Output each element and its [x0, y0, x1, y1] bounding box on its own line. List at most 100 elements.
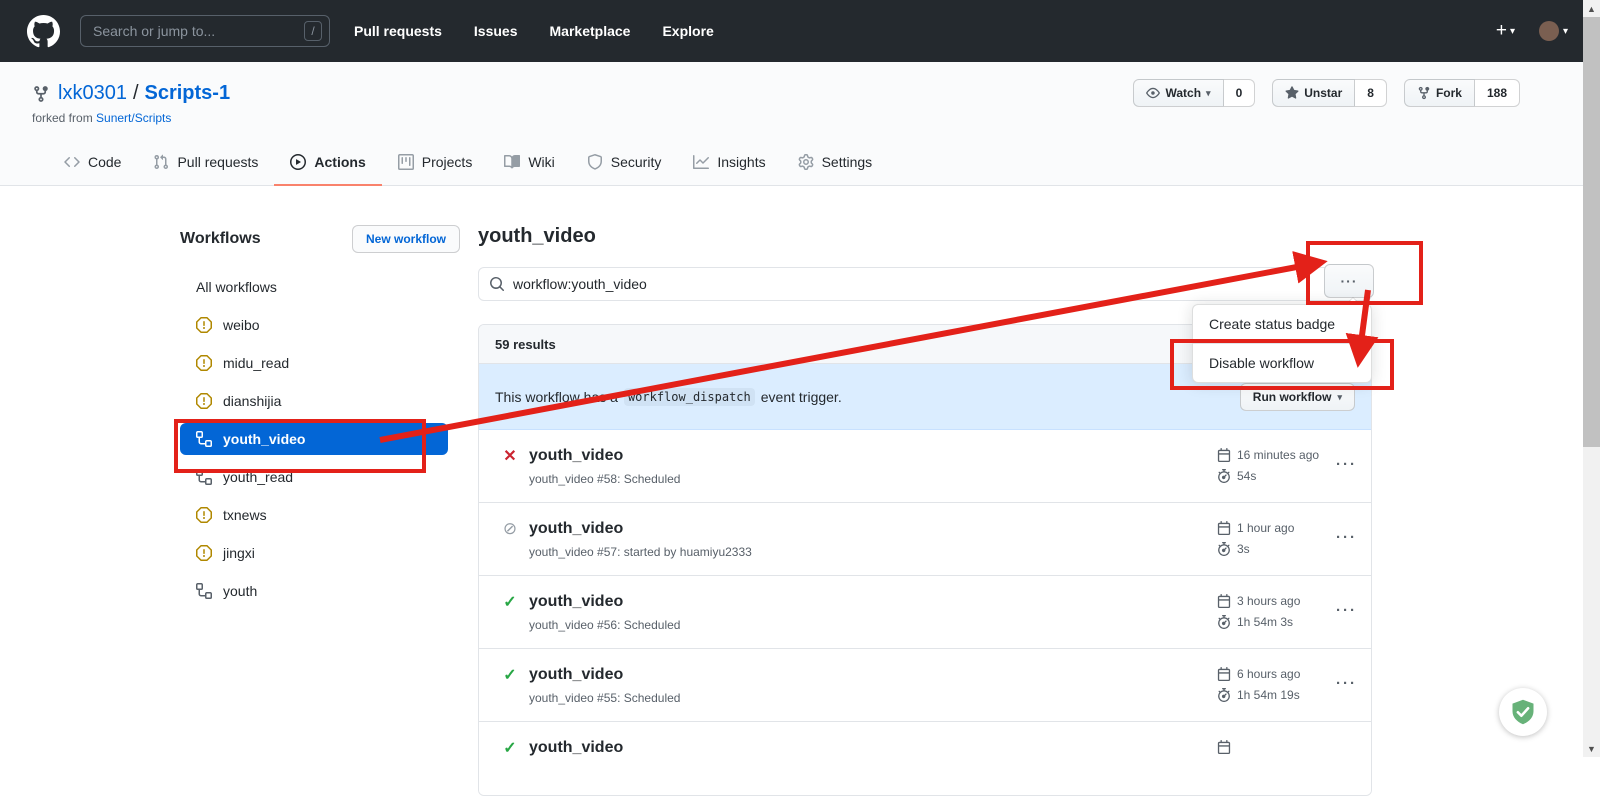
- sidebar-item-all-workflows[interactable]: All workflows: [180, 271, 448, 303]
- tab-label: Actions: [314, 154, 365, 170]
- create-new-menu[interactable]: +▾: [1496, 20, 1515, 42]
- success-check-icon: ✓: [501, 592, 519, 612]
- workflow-label: weibo: [223, 317, 260, 333]
- run-row[interactable]: ✕ youth_video youth_video #58: Scheduled…: [479, 430, 1371, 503]
- nav-explore[interactable]: Explore: [662, 23, 713, 39]
- global-search: /: [80, 15, 330, 47]
- new-workflow-button[interactable]: New workflow: [352, 225, 460, 253]
- nav-marketplace[interactable]: Marketplace: [550, 23, 631, 39]
- tab-wiki[interactable]: Wiki: [488, 140, 570, 186]
- workflow-label: All workflows: [196, 279, 277, 295]
- run-options-kebab[interactable]: ···: [1336, 529, 1357, 546]
- run-options-kebab[interactable]: ···: [1336, 602, 1357, 619]
- sidebar-item-youth[interactable]: youth: [180, 575, 448, 607]
- github-actions-page: { "annotation_color": "#e32119", "icons"…: [0, 0, 1600, 757]
- sidebar-item-jingxi[interactable]: jingxi: [180, 537, 448, 569]
- tab-actions[interactable]: Actions: [274, 140, 381, 186]
- workflow-label: youth_read: [223, 469, 293, 485]
- repo-action-buttons: Watch ▾ 0 Unstar 8 Fork 188: [1133, 79, 1520, 107]
- sidebar-item-midu-read[interactable]: midu_read: [180, 347, 448, 379]
- menu-item-disable-workflow[interactable]: Disable workflow: [1193, 343, 1371, 382]
- runs-filter-input[interactable]: [478, 267, 1372, 301]
- unstar-button[interactable]: Unstar: [1272, 79, 1355, 107]
- sidebar-item-youth-read[interactable]: youth_read: [180, 461, 448, 493]
- tab-insights[interactable]: Insights: [677, 140, 781, 186]
- workflow-options-kebab-button[interactable]: ···: [1324, 264, 1374, 298]
- run-row[interactable]: ⊘ youth_video youth_video #57: started b…: [479, 503, 1371, 576]
- warning-octagon-icon: [196, 393, 212, 409]
- sidebar-title: Workflows: [180, 230, 261, 248]
- repo-name-link[interactable]: Scripts-1: [145, 82, 231, 105]
- run-time: 1 hour ago: [1237, 521, 1294, 535]
- watch-button[interactable]: Watch ▾: [1133, 79, 1223, 107]
- run-title[interactable]: youth_video: [529, 593, 623, 611]
- scroll-up-arrow[interactable]: ▲: [1583, 0, 1600, 17]
- watch-label: Watch: [1165, 86, 1201, 100]
- run-title[interactable]: youth_video: [529, 520, 623, 538]
- repo-forked-icon: [32, 85, 50, 103]
- watch-count[interactable]: 0: [1224, 79, 1256, 107]
- fork-button[interactable]: Fork: [1404, 79, 1475, 107]
- warning-octagon-icon: [196, 355, 212, 371]
- nav-pull-requests[interactable]: Pull requests: [354, 23, 442, 39]
- warning-octagon-icon: [196, 317, 212, 333]
- adguard-shield-badge[interactable]: [1499, 688, 1547, 736]
- tab-label: Wiki: [528, 154, 554, 170]
- run-options-kebab[interactable]: ···: [1336, 675, 1357, 692]
- star-icon: [1285, 86, 1299, 100]
- sidebar-item-youth-video[interactable]: youth_video: [180, 423, 448, 455]
- play-icon: [290, 154, 306, 170]
- fork-count[interactable]: 188: [1475, 79, 1520, 107]
- global-search-input[interactable]: [80, 15, 330, 47]
- tab-projects[interactable]: Projects: [382, 140, 489, 186]
- stopwatch-icon: [1217, 688, 1231, 702]
- repo-owner-link[interactable]: lxk0301: [58, 82, 127, 105]
- nav-issues[interactable]: Issues: [474, 23, 518, 39]
- fork-button-group: Fork 188: [1404, 79, 1520, 107]
- page-scrollbar[interactable]: ▲ ▼: [1583, 0, 1600, 757]
- tab-security[interactable]: Security: [571, 140, 678, 186]
- run-meta: 3 hours ago 1h 54m 3s: [1217, 590, 1300, 632]
- run-duration: 54s: [1237, 469, 1256, 483]
- results-count: 59 results: [495, 337, 556, 352]
- caret-down-icon: ▾: [1563, 26, 1568, 37]
- workflow-icon: [196, 469, 212, 485]
- forked-from-link[interactable]: Sunert/Scripts: [96, 111, 171, 125]
- tab-label: Pull requests: [177, 154, 258, 170]
- scroll-down-arrow[interactable]: ▼: [1583, 740, 1600, 757]
- run-title[interactable]: youth_video: [529, 666, 623, 684]
- tab-settings[interactable]: Settings: [782, 140, 889, 186]
- tab-pull-requests[interactable]: Pull requests: [137, 140, 274, 186]
- run-title[interactable]: youth_video: [529, 447, 623, 465]
- code-icon: [64, 154, 80, 170]
- scrollbar-thumb[interactable]: [1583, 17, 1600, 447]
- run-meta: 16 minutes ago 54s: [1217, 444, 1319, 486]
- github-logo-icon[interactable]: [27, 15, 60, 48]
- failed-x-icon: ✕: [501, 446, 519, 466]
- star-count[interactable]: 8: [1355, 79, 1387, 107]
- plus-icon: +: [1496, 20, 1507, 42]
- run-meta: 1 hour ago 3s: [1217, 517, 1294, 559]
- forked-from-text: forked from: [32, 111, 93, 125]
- calendar-icon: [1217, 667, 1231, 681]
- user-menu[interactable]: ▾: [1539, 21, 1568, 41]
- run-row[interactable]: ✓ youth_video youth_video #55: Scheduled…: [479, 649, 1371, 722]
- warning-octagon-icon: [196, 545, 212, 561]
- run-meta: 6 hours ago 1h 54m 19s: [1217, 663, 1300, 705]
- workflow-label: txnews: [223, 507, 267, 523]
- tab-code[interactable]: Code: [48, 140, 137, 186]
- workflow-list: All workflows weibo midu_read dianshijia…: [180, 271, 460, 607]
- sidebar-item-txnews[interactable]: txnews: [180, 499, 448, 531]
- run-workflow-button[interactable]: Run workflow ▾: [1240, 383, 1355, 411]
- search-icon: [489, 276, 505, 292]
- tab-label: Projects: [422, 154, 473, 170]
- run-title[interactable]: youth_video: [529, 739, 623, 757]
- caret-down-icon: ▾: [1510, 26, 1515, 37]
- run-row[interactable]: ✓ youth_video: [479, 722, 1371, 795]
- sidebar-item-dianshijia[interactable]: dianshijia: [180, 385, 448, 417]
- gear-icon: [798, 154, 814, 170]
- menu-item-create-status-badge[interactable]: Create status badge: [1193, 305, 1371, 343]
- run-options-kebab[interactable]: ···: [1336, 456, 1357, 473]
- run-row[interactable]: ✓ youth_video youth_video #56: Scheduled…: [479, 576, 1371, 649]
- sidebar-item-weibo[interactable]: weibo: [180, 309, 448, 341]
